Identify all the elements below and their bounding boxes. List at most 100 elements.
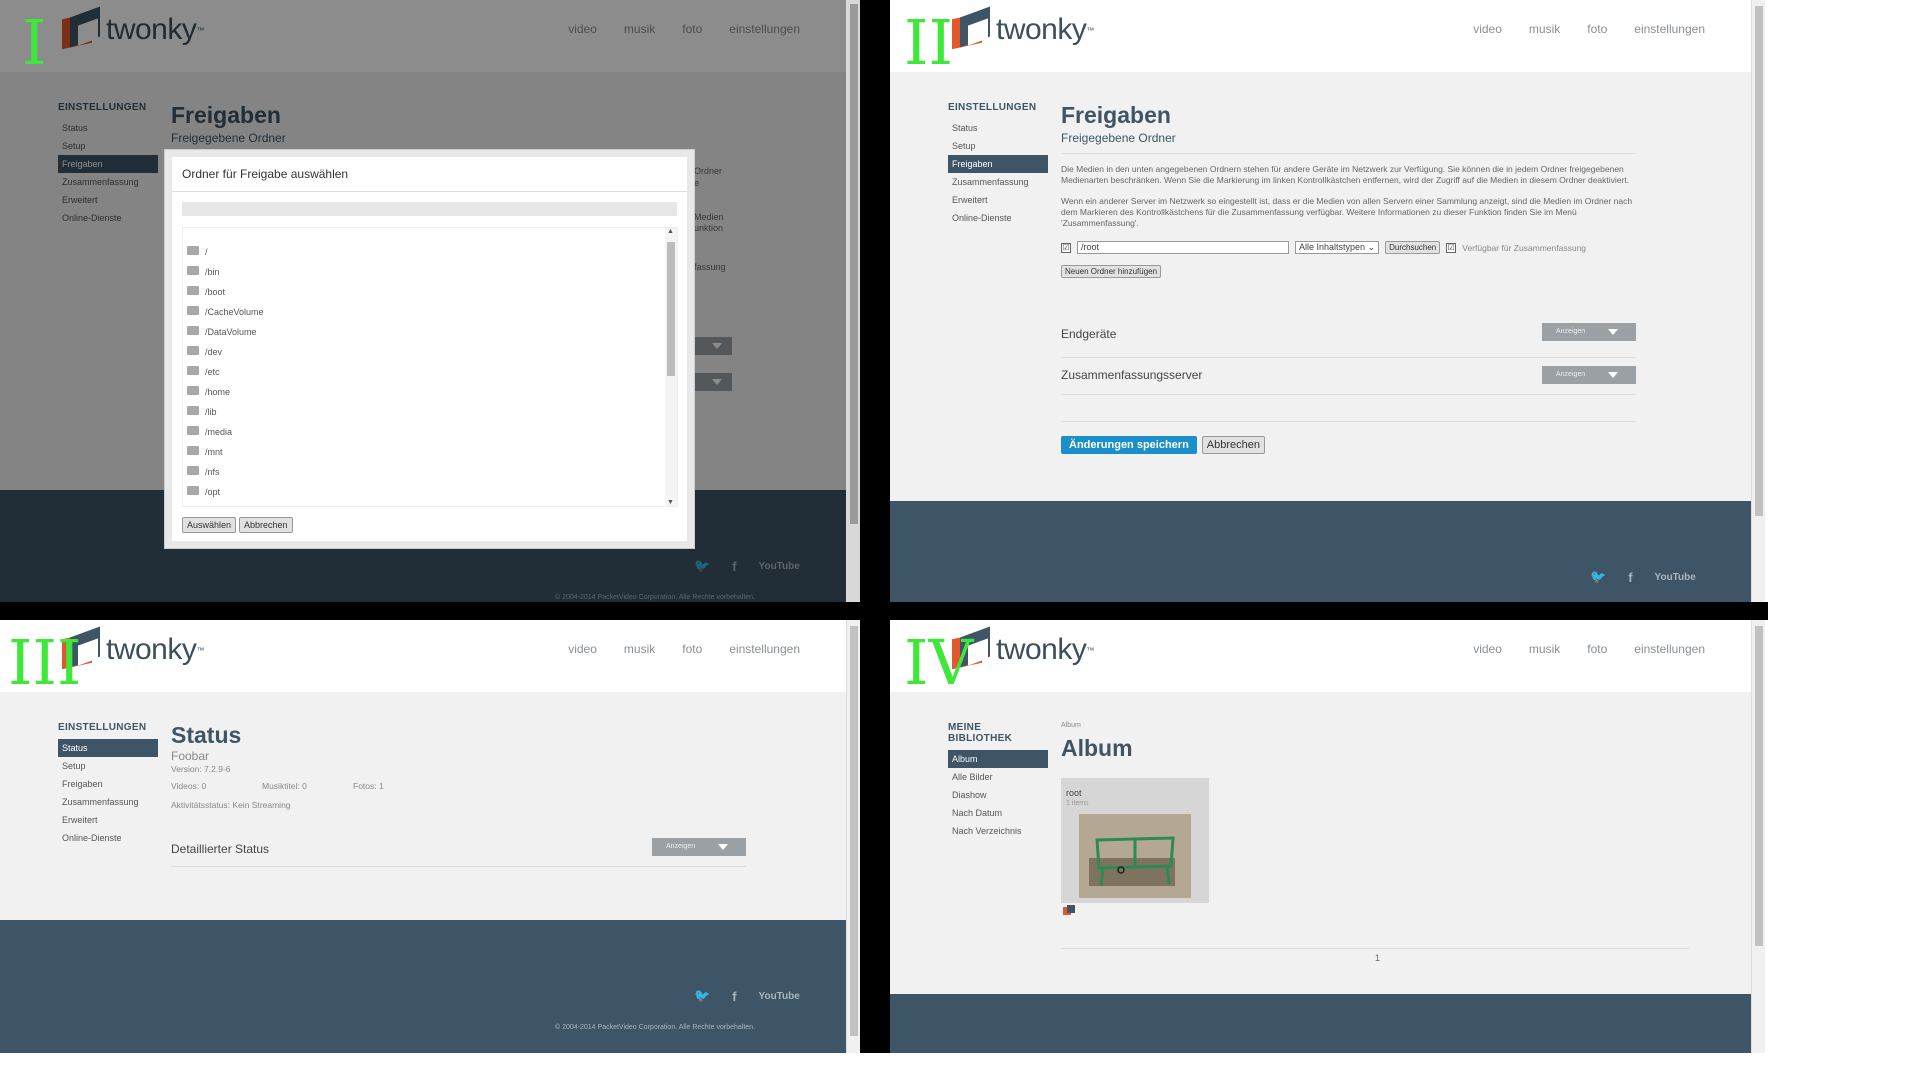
content-type-select[interactable]: Alle Inhaltstypen ⌄ bbox=[1295, 241, 1380, 254]
sidebar-item-aggregation[interactable]: Zusammenfassung bbox=[948, 173, 1048, 191]
logo-text: twonky bbox=[106, 633, 197, 666]
quadrant-1: twonky ™ video musik foto einstellungen I… bbox=[0, 0, 860, 602]
cancel-button[interactable]: Abbrechen bbox=[239, 517, 293, 533]
nav-settings[interactable]: einstellungen bbox=[729, 642, 800, 656]
folder-icon bbox=[187, 405, 199, 415]
nav-music[interactable]: musik bbox=[1529, 22, 1560, 36]
folder-name: /opt bbox=[205, 487, 221, 497]
folder-row[interactable]: /media bbox=[183, 422, 677, 442]
sidebar-item-status[interactable]: Status bbox=[58, 739, 158, 757]
folder-row[interactable]: /DataVolume bbox=[183, 322, 677, 342]
quadrant-4: twonky ™ video musik foto einstellungen I… bbox=[890, 620, 1765, 1053]
save-button[interactable]: Änderungen speichern bbox=[1061, 436, 1197, 454]
folder-row[interactable]: /home bbox=[183, 382, 677, 402]
nav-photo[interactable]: foto bbox=[1587, 642, 1607, 656]
sidebar-item-all-pictures[interactable]: Alle Bilder bbox=[948, 768, 1048, 786]
folder-path-input[interactable]: /root bbox=[1077, 241, 1289, 254]
sidebar-item-online-services[interactable]: Online-Dienste bbox=[58, 829, 158, 847]
nav-settings[interactable]: einstellungen bbox=[1634, 22, 1705, 36]
page-scrollbar-thumb[interactable] bbox=[1755, 626, 1763, 946]
nav-video[interactable]: video bbox=[1473, 642, 1502, 656]
divider bbox=[1061, 948, 1689, 949]
nav-video[interactable]: video bbox=[568, 642, 597, 656]
sidebar-item-aggregation[interactable]: Zusammenfassung bbox=[58, 793, 158, 811]
nav-settings[interactable]: einstellungen bbox=[1634, 642, 1705, 656]
devices-row: Endgeräte Anzeigen bbox=[1061, 321, 1636, 357]
page-scrollbar[interactable] bbox=[1751, 0, 1765, 602]
folder-name: /bin bbox=[205, 267, 220, 277]
sidebar-item-sharing[interactable]: Freigaben bbox=[58, 775, 158, 793]
album-card[interactable]: root 1 items bbox=[1061, 778, 1209, 903]
show-label: Anzeigen bbox=[666, 843, 696, 850]
aggregation-server-show-button[interactable]: Anzeigen bbox=[1542, 366, 1636, 384]
quadrant-2: twonky ™ video musik foto einstellungen I… bbox=[890, 0, 1765, 602]
show-label: Anzeigen bbox=[1556, 328, 1586, 335]
folder-row[interactable]: /nfs bbox=[183, 462, 677, 482]
page-scrollbar-thumb[interactable] bbox=[850, 626, 858, 1036]
sidebar-item-by-date[interactable]: Nach Datum bbox=[948, 804, 1048, 822]
select-button[interactable]: Auswählen bbox=[182, 517, 237, 533]
sidebar-item-setup[interactable]: Setup bbox=[948, 137, 1048, 155]
facebook-icon[interactable]: f bbox=[1628, 570, 1632, 585]
nav-music[interactable]: musik bbox=[624, 642, 655, 656]
main-content: Freigaben Freigegebene Ordner Die Medien… bbox=[1061, 102, 1636, 454]
folder-row[interactable]: / bbox=[183, 242, 677, 262]
add-folder-button[interactable]: Neuen Ordner hinzufügen bbox=[1061, 265, 1162, 278]
facebook-icon[interactable]: f bbox=[732, 989, 736, 1004]
scroll-down-icon[interactable]: ▼ bbox=[667, 499, 674, 506]
folder-list-scrollbar[interactable]: ▲ ▼ bbox=[665, 228, 677, 506]
folder-row[interactable]: /opt bbox=[183, 482, 677, 502]
detailed-status-show-button[interactable]: Anzeigen bbox=[652, 838, 746, 856]
sidebar-item-status[interactable]: Status bbox=[948, 119, 1048, 137]
aggregation-checkbox[interactable]: ☑ bbox=[1446, 242, 1457, 253]
sidebar-item-album[interactable]: Album bbox=[948, 750, 1048, 768]
cancel-button[interactable]: Abbrechen bbox=[1201, 436, 1266, 454]
twitter-icon[interactable]: 🐦 bbox=[694, 988, 710, 1004]
sidebar-item-by-folder[interactable]: Nach Verzeichnis bbox=[948, 822, 1048, 840]
folder-icon bbox=[187, 485, 199, 495]
folder-name: /lib bbox=[205, 407, 217, 417]
form-actions: Änderungen speichern Abbrechen bbox=[1061, 436, 1636, 454]
sidebar-item-advanced[interactable]: Erweitert bbox=[948, 191, 1048, 209]
sidebar-item-slideshow[interactable]: Diashow bbox=[948, 786, 1048, 804]
twitter-icon[interactable]: 🐦 bbox=[1590, 569, 1606, 585]
folder-row[interactable]: /lib bbox=[183, 402, 677, 422]
page-scrollbar[interactable] bbox=[846, 620, 860, 1053]
pagination-page[interactable]: 1 bbox=[1375, 953, 1380, 963]
scrollbar-thumb[interactable] bbox=[667, 242, 675, 376]
sidebar-item-advanced[interactable]: Erweitert bbox=[58, 811, 158, 829]
youtube-icon[interactable]: YouTube bbox=[759, 991, 800, 1002]
page-title: Freigaben bbox=[1061, 102, 1171, 128]
logo-text: twonky bbox=[996, 633, 1087, 666]
sidebar-item-sharing[interactable]: Freigaben bbox=[948, 155, 1048, 173]
twonky-logo-icon bbox=[948, 6, 990, 50]
page-scrollbar[interactable] bbox=[846, 0, 860, 602]
nav-photo[interactable]: foto bbox=[1587, 22, 1607, 36]
folder-row[interactable]: /etc bbox=[183, 362, 677, 382]
browse-button[interactable]: Durchsuchen bbox=[1385, 241, 1441, 254]
page-scrollbar[interactable] bbox=[1751, 620, 1765, 1053]
folder-row[interactable]: /dev bbox=[183, 342, 677, 362]
sidebar-item-online-services[interactable]: Online-Dienste bbox=[948, 209, 1048, 227]
sidebar-item-setup[interactable]: Setup bbox=[58, 757, 158, 775]
devices-show-button[interactable]: Anzeigen bbox=[1542, 323, 1636, 341]
quadrant-label: I bbox=[22, 6, 47, 79]
youtube-icon[interactable]: YouTube bbox=[1655, 572, 1696, 583]
nav-video[interactable]: video bbox=[1473, 22, 1502, 36]
folder-name: /media bbox=[205, 427, 233, 437]
folder-enabled-checkbox[interactable]: ☑ bbox=[1061, 242, 1071, 253]
folder-name: / bbox=[205, 247, 208, 257]
folder-row[interactable]: /bin bbox=[183, 262, 677, 282]
folder-list[interactable]: / /bin /boot /CacheVolume /DataVolume /d… bbox=[182, 227, 678, 507]
folder-row[interactable]: /mnt bbox=[183, 442, 677, 462]
page-scrollbar-thumb[interactable] bbox=[1755, 6, 1763, 516]
nav-music[interactable]: musik bbox=[1529, 642, 1560, 656]
folder-row[interactable]: /boot bbox=[183, 282, 677, 302]
quadrant-label: III bbox=[8, 626, 82, 699]
scroll-up-icon[interactable]: ▲ bbox=[667, 228, 674, 235]
page-scrollbar-thumb[interactable] bbox=[850, 4, 858, 524]
twonky-logo[interactable]: twonky ™ bbox=[948, 6, 1094, 50]
folder-row[interactable]: /CacheVolume bbox=[183, 302, 677, 322]
folder-icon bbox=[187, 245, 199, 255]
nav-photo[interactable]: foto bbox=[682, 642, 702, 656]
